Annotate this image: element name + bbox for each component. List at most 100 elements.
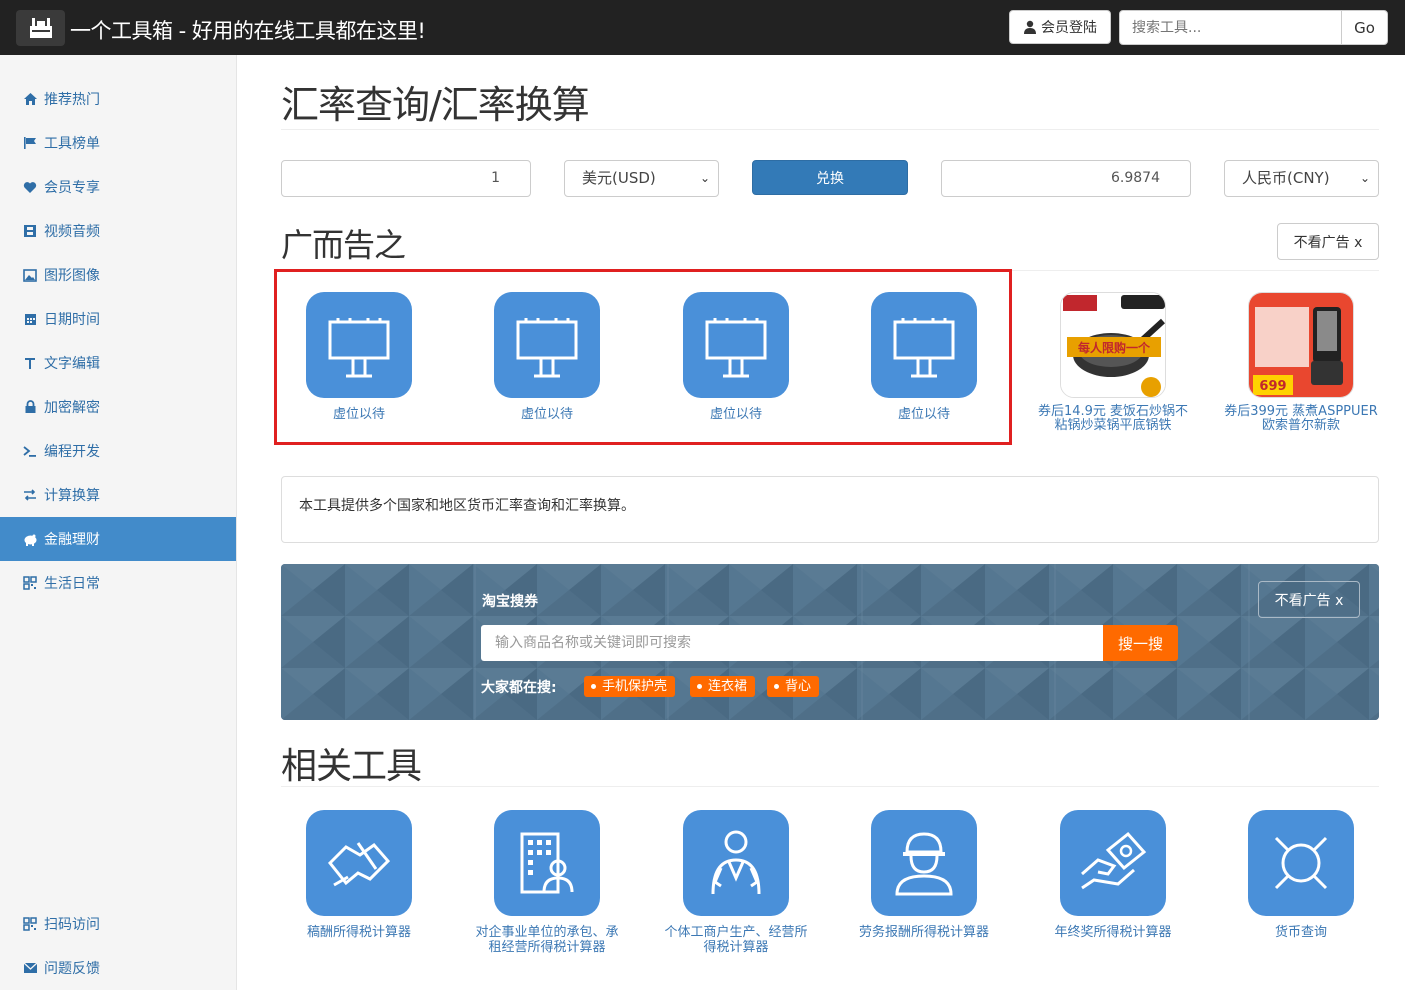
sidebar-item-feedback[interactable]: 问题反馈 (0, 946, 236, 990)
hot-tag[interactable]: 背心 (767, 676, 820, 697)
top-navbar: 一个工具箱 - 好用的在线工具都在这里! 会员登陆 Go (0, 0, 1405, 55)
sidebar-item-label: 计算换算 (44, 488, 100, 504)
page-title: 汇率查询/汇率换算 (281, 83, 590, 127)
from-currency-select[interactable]: 美元(USD) ⌄ (564, 160, 719, 197)
qrcode-icon (22, 916, 38, 932)
divider (281, 129, 1379, 130)
sidebar-item-calculation[interactable]: 计算换算 (0, 473, 236, 517)
sidebar: 推荐热门 工具榜单 会员专享 视频音频 图形图像 日期时间 文字编辑 加密解密 … (0, 55, 237, 990)
to-currency-select[interactable]: 人民币(CNY) ⌄ (1224, 160, 1379, 197)
search-go-button[interactable]: Go (1341, 10, 1388, 45)
amount-input[interactable]: 1 (281, 160, 531, 197)
sidebar-item-label: 文字编辑 (44, 356, 100, 372)
related-tool-label: 年终奖所得税计算器 (1033, 925, 1193, 940)
login-label: 会员登陆 (1041, 20, 1097, 36)
sidebar-item-label: 推荐热门 (44, 92, 100, 108)
related-tool-label: 货币查询 (1221, 925, 1381, 940)
piggy-bank-icon (22, 531, 38, 547)
sidebar-item-text-edit[interactable]: 文字编辑 (0, 341, 236, 385)
sidebar-item-encryption[interactable]: 加密解密 (0, 385, 236, 429)
building-icon (494, 810, 600, 916)
related-tool-enterprise-contract-tax[interactable]: 对企事业单位的承包、承 租经营所得税计算器 (467, 810, 627, 955)
result-input[interactable]: 6.9874 (941, 160, 1191, 197)
sidebar-item-rankings[interactable]: 工具榜单 (0, 121, 236, 165)
taobao-coupon-banner: 淘宝搜券 输入商品名称或关键词即可搜索 搜一搜 大家都在搜: 手机保护壳 连衣裙… (281, 564, 1379, 720)
toolbox-logo-icon[interactable] (16, 10, 65, 46)
related-tool-label-line: 货币查询 (1274, 925, 1327, 940)
handshake-icon (306, 810, 412, 916)
related-tool-label-line: 个体工商户生产、经营所 (664, 925, 808, 940)
currency-icon (1248, 810, 1354, 916)
related-tool-label-line: 稿酬所得税计算器 (306, 925, 411, 940)
related-tool-currency-query[interactable]: 货币查询 (1221, 810, 1381, 940)
product-badge-text: 699 (1259, 379, 1286, 394)
hide-ads-button[interactable]: 不看广告 x (1277, 223, 1379, 260)
hot-tag[interactable]: 连衣裙 (690, 676, 756, 697)
related-tool-label: 稿酬所得税计算器 (279, 925, 439, 940)
hide-taobao-ad-button[interactable]: 不看广告 x (1258, 581, 1360, 618)
product-image-wok: 每人限购一个 (1060, 292, 1166, 398)
terminal-icon (22, 443, 38, 459)
hot-tag[interactable]: 手机保护壳 (584, 676, 676, 697)
sidebar-item-label: 图形图像 (44, 268, 100, 284)
highlight-frame (274, 269, 1012, 445)
related-tool-label-line: 年终奖所得税计算器 (1054, 925, 1172, 940)
sidebar-item-label: 工具榜单 (44, 136, 100, 152)
tool-search-input[interactable] (1119, 10, 1342, 45)
related-tool-individual-business-tax[interactable]: 个体工商户生产、经营所 得税计算器 (656, 810, 816, 955)
related-tool-year-end-bonus-tax[interactable]: 年终奖所得税计算器 (1033, 810, 1193, 940)
tool-description: 本工具提供多个国家和地区货币汇率查询和汇率换算。 (281, 476, 1379, 543)
money-hand-icon (1060, 810, 1166, 916)
convert-button[interactable]: 兑换 (752, 160, 908, 195)
sidebar-item-label: 会员专享 (44, 180, 100, 196)
product-label-line: 粘锅炒菜锅平底锅铁 (1054, 418, 1172, 433)
product-label-line: 欧索普尔新款 (1261, 418, 1340, 433)
sidebar-item-label: 编程开发 (44, 444, 100, 460)
sidebar-item-daily-life[interactable]: 生活日常 (0, 561, 236, 605)
sidebar-item-finance[interactable]: 金融理财 (0, 517, 236, 561)
sidebar-item-recommended[interactable]: 推荐热门 (0, 77, 236, 121)
taobao-search-button[interactable]: 搜一搜 (1103, 625, 1178, 661)
product-image-blender: 699 (1248, 292, 1354, 398)
worker-icon (871, 810, 977, 916)
related-tool-label: 个体工商户生产、经营所 得税计算器 (656, 925, 816, 955)
related-tools-title: 相关工具 (281, 746, 422, 787)
swap-icon (22, 487, 38, 503)
product-badge-text: 每人限购一个 (1078, 340, 1151, 355)
sidebar-item-images[interactable]: 图形图像 (0, 253, 236, 297)
taobao-search-input[interactable]: 输入商品名称或关键词即可搜索 (481, 625, 1104, 661)
product-ad-wok[interactable]: 每人限购一个 券后14.9元 麦饭石炒锅不 粘锅炒菜锅平底锅铁 (1033, 292, 1193, 433)
member-login-button[interactable]: 会员登陆 (1009, 10, 1111, 44)
sidebar-item-programming[interactable]: 编程开发 (0, 429, 236, 473)
hot-search-label: 大家都在搜: (481, 680, 557, 696)
ads-title: 广而告之 (281, 226, 406, 264)
sidebar-item-video-audio[interactable]: 视频音频 (0, 209, 236, 253)
related-tool-label-line: 得税计算器 (703, 940, 769, 955)
related-tool-labor-remuneration-tax[interactable]: 劳务报酬所得税计算器 (844, 810, 1004, 940)
user-icon (1024, 20, 1036, 34)
related-tool-label: 对企事业单位的承包、承 租经营所得税计算器 (467, 925, 627, 955)
heart-icon (22, 179, 38, 195)
site-title[interactable]: 一个工具箱 - 好用的在线工具都在这里! (70, 15, 426, 45)
text-icon (22, 355, 38, 371)
divider (281, 786, 1379, 787)
film-icon (22, 223, 38, 239)
sidebar-item-datetime[interactable]: 日期时间 (0, 297, 236, 341)
chevron-down-icon: ⌄ (699, 171, 710, 185)
envelope-icon (22, 960, 38, 976)
picture-icon (22, 267, 38, 283)
sidebar-item-label: 视频音频 (44, 224, 100, 240)
taobao-label: 淘宝搜券 (482, 594, 538, 610)
product-label: 券后399元 蒸煮ASPPUER 欧索普尔新款 (1221, 405, 1381, 433)
sidebar-item-label: 日期时间 (44, 312, 100, 328)
sidebar-item-members[interactable]: 会员专享 (0, 165, 236, 209)
product-ad-blender[interactable]: 699 券后399元 蒸煮ASPPUER 欧索普尔新款 (1221, 292, 1381, 433)
sidebar-item-label: 加密解密 (44, 400, 100, 416)
product-label-line: 券后14.9元 麦饭石炒锅不 (1037, 404, 1189, 419)
qrcode-icon (22, 575, 38, 591)
related-tool-label-line: 对企事业单位的承包、承 (475, 925, 619, 940)
chevron-down-icon: ⌄ (1359, 171, 1370, 185)
related-tool-royalty-tax[interactable]: 稿酬所得税计算器 (279, 810, 439, 940)
sidebar-item-scan-visit[interactable]: 扫码访问 (0, 902, 236, 946)
related-tool-label-line: 租经营所得税计算器 (488, 940, 606, 955)
